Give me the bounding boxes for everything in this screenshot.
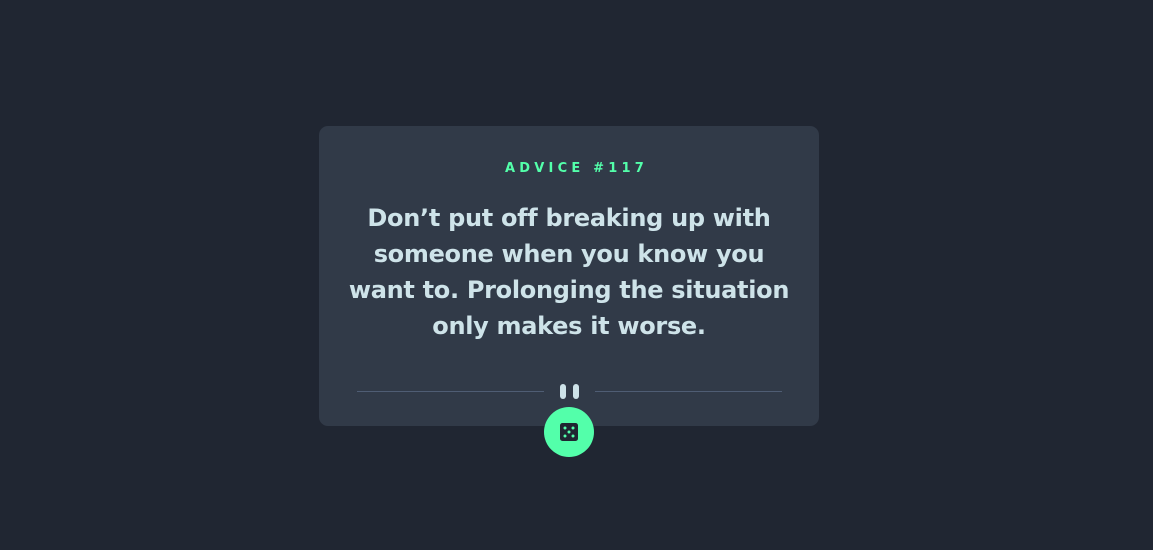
divider-line-left xyxy=(357,391,544,392)
generate-advice-button[interactable] xyxy=(544,407,594,457)
advice-quote: Don’t put off breaking up with someone w… xyxy=(348,204,790,340)
dice-icon xyxy=(560,423,578,441)
pause-icon-bar-left xyxy=(560,384,566,399)
advice-id-label: ADVICE #117 xyxy=(505,161,648,176)
pause-icon-bar-right xyxy=(573,384,579,399)
pause-icon xyxy=(560,384,579,399)
page: ADVICE #117 Don’t put off breaking up wi… xyxy=(0,0,1153,550)
divider-line-right xyxy=(595,391,782,392)
pattern-divider xyxy=(357,382,782,400)
